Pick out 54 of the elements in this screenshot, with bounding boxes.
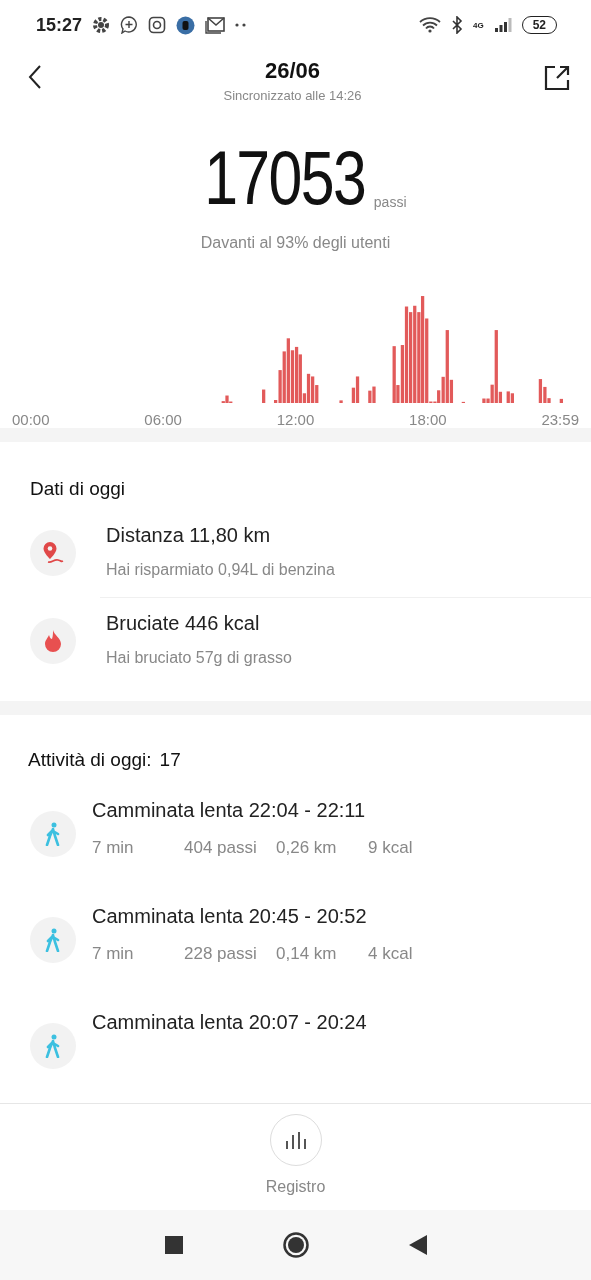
bluetooth-icon [450,16,463,34]
activity-stat: 0,14 km [276,944,338,964]
network-type: 4G [472,20,484,30]
more-dots-icon [235,23,248,27]
histogram-bar [339,400,343,403]
camera-icon [148,16,167,34]
section-title: Dati di oggi [29,477,127,501]
bar-chart-icon [283,1130,308,1150]
walking-person-icon [45,1034,61,1058]
share-button[interactable] [543,64,571,92]
tab-label: Registro [265,1178,326,1196]
sync-status: Sincronizzato alle 14:26 [223,88,362,103]
activity-stat: 7 min [92,838,135,858]
activity-stat: 4 kcal [368,944,414,964]
flame-icon [30,618,76,664]
signal-icon [493,17,512,33]
stat-label: Distanza 11,80 km [106,524,272,547]
page-title: 26/06 [264,58,321,84]
activity-stat: 404 passi [184,838,258,858]
activity-count: 17 [159,749,181,771]
activity-title: Camminata lenta 20:45 - 20:52 [92,905,368,928]
ranking-text: Davanti al 93% degli utenti [199,234,392,252]
activity-title: Camminata lenta 22:04 - 22:11 [92,799,367,822]
stat-detail: Hai bruciato 57g di grasso [106,649,292,667]
walking-person-icon [45,928,61,952]
wifi-icon [418,17,441,33]
walking-person-icon [45,822,61,846]
mail-icon [205,16,226,34]
histogram-bar [262,389,266,403]
status-time: 15:27 [36,14,83,36]
histogram-bar [559,398,563,403]
back-nav-button[interactable] [408,1235,427,1255]
activity-stat: 0,26 km [276,838,338,858]
stat-label: Bruciate 446 kcal [106,612,261,635]
section-title: Attività di oggi: [28,749,152,771]
chat-plus-icon [120,16,139,34]
location-pin-icon [30,530,76,576]
watch-app-icon [176,15,196,35]
home-button[interactable] [282,1232,309,1258]
recents-button[interactable] [164,1236,183,1254]
activity-stat: 7 min [92,944,135,964]
activity-title: Camminata lenta 20:07 - 20:24 [92,1011,367,1034]
time-axis-label: 23:59 [541,411,579,428]
time-axis-label: 06:00 [144,411,182,428]
gear-icon [92,16,111,34]
activity-stat: 228 passi [184,944,258,964]
time-axis-label: 00:00 [12,411,50,428]
stat-detail: Hai risparmiato 0,94L di benzina [106,561,335,579]
step-unit: passi [373,194,407,210]
step-count: 17053 [204,140,366,216]
activity-stat: 9 kcal [368,838,414,858]
back-button[interactable] [28,64,42,90]
time-axis-label: 12:00 [276,411,315,428]
time-axis-label: 18:00 [409,411,447,428]
